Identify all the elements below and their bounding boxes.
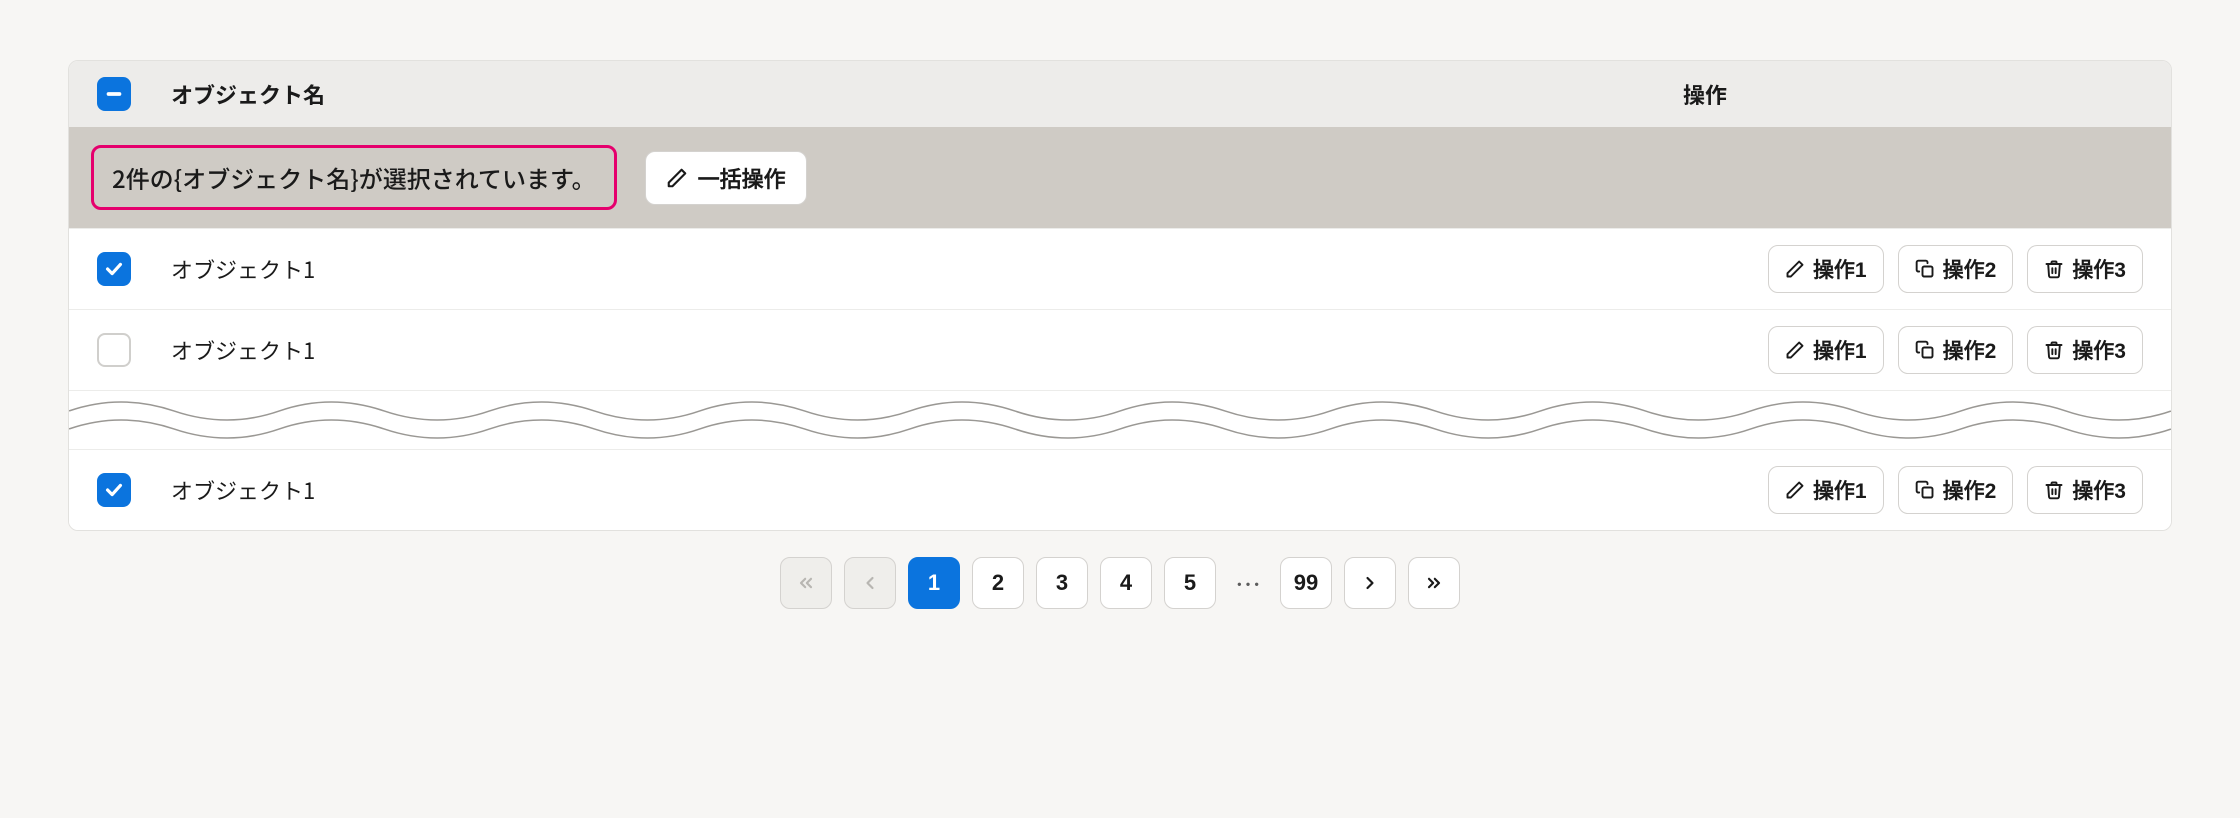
table-row: オブジェクト1 操作1 操作2 操作3	[69, 228, 2171, 309]
pagination-next-button[interactable]	[1344, 557, 1396, 609]
row-actions: 操作1 操作2 操作3	[1768, 245, 2143, 293]
pencil-icon	[666, 167, 688, 189]
pencil-icon	[1785, 340, 1805, 360]
table-row: オブジェクト1 操作1 操作2 操作3	[69, 309, 2171, 390]
action-label: 操作2	[1943, 254, 1997, 284]
copy-icon	[1915, 259, 1935, 279]
action-label: 操作1	[1813, 254, 1867, 284]
trash-icon	[2044, 259, 2064, 279]
data-table: オブジェクト名 操作 2件の{オブジェクト名}が選択されています。 一括操作 オ…	[68, 60, 2172, 531]
row-name: オブジェクト1	[171, 474, 1728, 506]
pencil-icon	[1785, 480, 1805, 500]
action-1-button[interactable]: 操作1	[1768, 466, 1884, 514]
minus-icon	[103, 83, 125, 105]
trash-icon	[2044, 340, 2064, 360]
pagination-page-4[interactable]: 4	[1100, 557, 1152, 609]
pagination: 1 2 3 4 5 … 99	[68, 557, 2172, 609]
bulk-action-bar: 2件の{オブジェクト名}が選択されています。 一括操作	[69, 127, 2171, 228]
row-checkbox[interactable]	[97, 252, 131, 286]
pagination-page-1[interactable]: 1	[908, 557, 960, 609]
pagination-page-last[interactable]: 99	[1280, 557, 1332, 609]
pagination-page-3[interactable]: 3	[1036, 557, 1088, 609]
action-label: 操作3	[2072, 254, 2126, 284]
row-name: オブジェクト1	[171, 334, 1728, 366]
action-label: 操作1	[1813, 335, 1867, 365]
pagination-last-button[interactable]	[1408, 557, 1460, 609]
table-header-row: オブジェクト名 操作	[69, 61, 2171, 127]
chevron-right-icon	[1360, 573, 1380, 593]
bulk-action-button[interactable]: 一括操作	[645, 151, 807, 205]
action-3-button[interactable]: 操作3	[2027, 326, 2143, 374]
action-label: 操作2	[1943, 475, 1997, 505]
chevrons-right-icon	[1424, 573, 1444, 593]
pagination-first-button[interactable]	[780, 557, 832, 609]
action-label: 操作3	[2072, 475, 2126, 505]
action-label: 操作2	[1943, 335, 1997, 365]
pagination-prev-button[interactable]	[844, 557, 896, 609]
pencil-icon	[1785, 259, 1805, 279]
selection-count-text: 2件の{オブジェクト名}が選択されています。	[91, 145, 617, 210]
action-3-button[interactable]: 操作3	[2027, 245, 2143, 293]
select-all-checkbox[interactable]	[97, 77, 131, 111]
row-actions: 操作1 操作2 操作3	[1768, 326, 2143, 374]
action-2-button[interactable]: 操作2	[1898, 466, 2014, 514]
pagination-ellipsis: …	[1228, 565, 1268, 602]
check-icon	[103, 479, 125, 501]
column-header-actions: 操作	[1683, 78, 2143, 110]
row-name: オブジェクト1	[171, 253, 1728, 285]
bulk-action-label: 一括操作	[698, 162, 786, 194]
row-checkbox[interactable]	[97, 333, 131, 367]
row-actions: 操作1 操作2 操作3	[1768, 466, 2143, 514]
trash-icon	[2044, 480, 2064, 500]
column-header-name: オブジェクト名	[171, 78, 1643, 110]
chevron-left-icon	[860, 573, 880, 593]
row-checkbox[interactable]	[97, 473, 131, 507]
action-3-button[interactable]: 操作3	[2027, 466, 2143, 514]
copy-icon	[1915, 340, 1935, 360]
action-label: 操作3	[2072, 335, 2126, 365]
action-label: 操作1	[1813, 475, 1867, 505]
truncated-rows-indicator	[69, 390, 2171, 449]
action-2-button[interactable]: 操作2	[1898, 326, 2014, 374]
action-2-button[interactable]: 操作2	[1898, 245, 2014, 293]
table-row: オブジェクト1 操作1 操作2 操作3	[69, 449, 2171, 530]
action-1-button[interactable]: 操作1	[1768, 245, 1884, 293]
action-1-button[interactable]: 操作1	[1768, 326, 1884, 374]
chevrons-left-icon	[796, 573, 816, 593]
pagination-page-2[interactable]: 2	[972, 557, 1024, 609]
check-icon	[103, 258, 125, 280]
copy-icon	[1915, 480, 1935, 500]
pagination-page-5[interactable]: 5	[1164, 557, 1216, 609]
